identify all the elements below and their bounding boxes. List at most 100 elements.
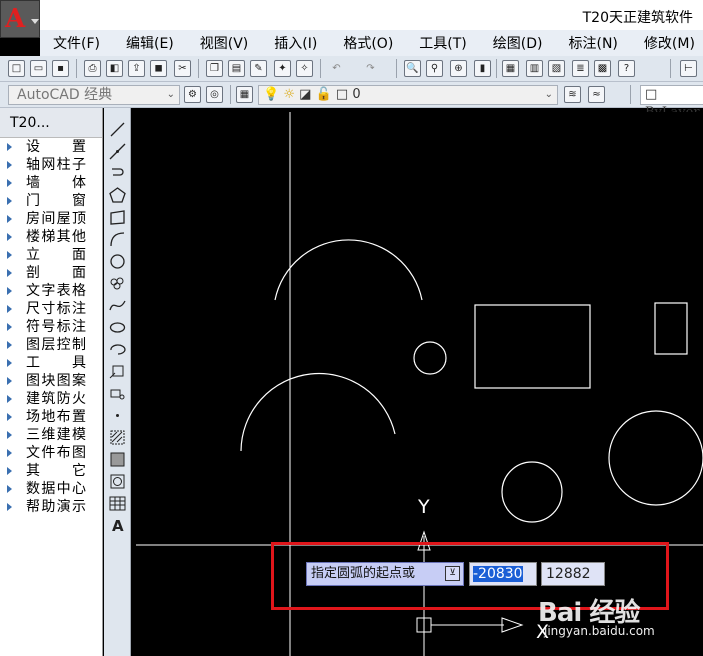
menu-draw[interactable]: 绘图(D) bbox=[480, 33, 556, 53]
sheet-set-icon[interactable]: ≣ bbox=[572, 60, 589, 77]
large-rectangle[interactable] bbox=[474, 304, 591, 389]
plot-icon[interactable]: ◼ bbox=[150, 60, 167, 77]
palette-item[interactable]: 符号标注 bbox=[0, 318, 102, 336]
palette-item[interactable]: 工 具 bbox=[0, 354, 102, 372]
palette-item[interactable]: 图块图案 bbox=[0, 372, 102, 390]
measure-icon[interactable]: ⊢ bbox=[680, 60, 697, 77]
palette-item[interactable]: 尺寸标注 bbox=[0, 300, 102, 318]
copy-icon[interactable]: ❐ bbox=[206, 60, 223, 77]
menu-tools[interactable]: 工具(T) bbox=[406, 33, 479, 53]
palette-item[interactable]: 场地布置 bbox=[0, 408, 102, 426]
polyline-icon[interactable] bbox=[108, 164, 127, 183]
layer-select[interactable]: 💡 ☼ ◪ 🔓 □ 0 ⌄ bbox=[258, 85, 558, 105]
workspace-settings-icon[interactable]: ◎ bbox=[206, 86, 223, 103]
tangent-palette: T20... 设 置轴网柱子墙 体门 窗房间屋顶 楼梯其他立 面剖 面文字表格 尺寸… bbox=[0, 108, 103, 656]
menu-modify[interactable]: 修改(M) bbox=[631, 33, 703, 53]
zoom-previous-icon[interactable]: ▮ bbox=[474, 60, 491, 77]
revision-cloud-icon[interactable] bbox=[108, 274, 127, 293]
gear-icon[interactable]: ⚙ bbox=[184, 86, 201, 103]
open-folder-icon[interactable]: ▭ bbox=[30, 60, 47, 77]
palette-item[interactable]: 数据中心 bbox=[0, 480, 102, 498]
palette-item-label: 符号标注 bbox=[26, 319, 86, 335]
properties-icon[interactable]: ▦ bbox=[502, 60, 519, 77]
color-swatch-icon: □ bbox=[335, 87, 349, 102]
palette-item[interactable]: 建筑防火 bbox=[0, 390, 102, 408]
palette-item[interactable]: 其 它 bbox=[0, 462, 102, 480]
gradient-icon[interactable] bbox=[108, 450, 127, 469]
print-icon[interactable]: ⎙ bbox=[84, 60, 101, 77]
menu-view[interactable]: 视图(V) bbox=[187, 33, 262, 53]
arc-icon[interactable] bbox=[108, 230, 127, 249]
help-icon[interactable]: ? bbox=[618, 60, 635, 77]
zoom-window-icon[interactable]: ⊕ bbox=[450, 60, 467, 77]
palette-item[interactable]: 轴网柱子 bbox=[0, 156, 102, 174]
paste-icon[interactable]: ▤ bbox=[228, 60, 245, 77]
circle-icon[interactable] bbox=[108, 252, 127, 271]
point-icon[interactable] bbox=[108, 406, 127, 425]
make-block-icon[interactable] bbox=[108, 384, 127, 403]
cut-icon[interactable]: ✂ bbox=[174, 60, 191, 77]
palette-item[interactable]: 图层控制 bbox=[0, 336, 102, 354]
palette-item[interactable]: 门 窗 bbox=[0, 192, 102, 210]
layer-previous-icon[interactable]: ≈ bbox=[588, 86, 605, 103]
large-circle[interactable] bbox=[608, 410, 703, 506]
palette-item[interactable]: 楼梯其他 bbox=[0, 228, 102, 246]
palette-item[interactable]: 三维建模 bbox=[0, 426, 102, 444]
layer-manager-icon[interactable]: ▦ bbox=[236, 86, 253, 103]
insert-block-icon[interactable] bbox=[108, 362, 127, 381]
small-circle[interactable] bbox=[413, 341, 447, 375]
palette-item-label: 设 置 bbox=[26, 139, 86, 155]
workspace-select[interactable]: AutoCAD 经典 ⌄ bbox=[8, 85, 180, 105]
chevron-down-icon[interactable]: ⊻ bbox=[445, 566, 460, 581]
undo-icon[interactable]: ↶ bbox=[328, 60, 345, 77]
palette-item[interactable]: 立 面 bbox=[0, 246, 102, 264]
save-icon[interactable]: ▪ bbox=[52, 60, 69, 77]
menu-edit[interactable]: 编辑(E) bbox=[113, 33, 187, 53]
design-center-icon[interactable]: ▥ bbox=[526, 60, 543, 77]
palette-item-label: 场地布置 bbox=[26, 409, 86, 425]
palette-item[interactable]: 房间屋顶 bbox=[0, 210, 102, 228]
polygon-icon[interactable] bbox=[108, 186, 127, 205]
palette-item[interactable]: 设 置 bbox=[0, 138, 102, 156]
menu-format[interactable]: 格式(O) bbox=[330, 33, 406, 53]
redo-icon[interactable]: ↷ bbox=[362, 60, 379, 77]
y-coordinate-input[interactable]: 12882 bbox=[541, 562, 605, 586]
palette-item[interactable]: 墙 体 bbox=[0, 174, 102, 192]
caret-right-icon bbox=[7, 413, 12, 421]
palette-item[interactable]: 剖 面 bbox=[0, 264, 102, 282]
spline-icon[interactable] bbox=[108, 296, 127, 315]
new-file-icon[interactable]: □ bbox=[8, 60, 25, 77]
palette-item[interactable]: 文件布图 bbox=[0, 444, 102, 462]
tool-palettes-icon[interactable]: ▧ bbox=[548, 60, 565, 77]
ellipse-icon[interactable] bbox=[108, 318, 127, 337]
print-preview-icon[interactable]: ◧ bbox=[106, 60, 123, 77]
pan-icon[interactable]: 🔍 bbox=[404, 60, 421, 77]
table-icon[interactable] bbox=[108, 494, 127, 513]
palette-item[interactable]: 帮助演示 bbox=[0, 498, 102, 516]
calculator-icon[interactable]: ▩ bbox=[594, 60, 611, 77]
small-rectangle[interactable] bbox=[654, 302, 688, 355]
ellipse-arc-icon[interactable] bbox=[108, 340, 127, 359]
line-icon[interactable] bbox=[108, 120, 127, 139]
publish-icon[interactable]: ⇪ bbox=[128, 60, 145, 77]
menu-insert[interactable]: 插入(I) bbox=[261, 33, 330, 53]
block-editor-icon[interactable]: ✦ bbox=[274, 60, 291, 77]
linetype-select[interactable]: □ ByLayer bbox=[640, 85, 703, 120]
rectangle-icon[interactable] bbox=[108, 208, 127, 227]
multiline-text-icon[interactable]: A bbox=[108, 516, 127, 535]
arc-top[interactable] bbox=[274, 239, 423, 301]
match-properties-icon[interactable]: ✎ bbox=[250, 60, 267, 77]
region-icon[interactable] bbox=[108, 472, 127, 491]
arc-lower[interactable] bbox=[240, 372, 396, 452]
medium-circle[interactable] bbox=[501, 461, 563, 523]
menu-file[interactable]: 文件(F) bbox=[40, 33, 113, 53]
application-menu-button[interactable]: A bbox=[0, 0, 40, 38]
zoom-realtime-icon[interactable]: ⚲ bbox=[426, 60, 443, 77]
make-current-layer-icon[interactable]: ≋ bbox=[564, 86, 581, 103]
palette-item[interactable]: 文字表格 bbox=[0, 282, 102, 300]
construction-line-icon[interactable] bbox=[108, 142, 127, 161]
x-coordinate-input[interactable]: -20830 bbox=[469, 562, 537, 586]
menu-dimension[interactable]: 标注(N) bbox=[556, 33, 631, 53]
hatch-icon[interactable] bbox=[108, 428, 127, 447]
paint-brush-icon[interactable]: ✧ bbox=[296, 60, 313, 77]
